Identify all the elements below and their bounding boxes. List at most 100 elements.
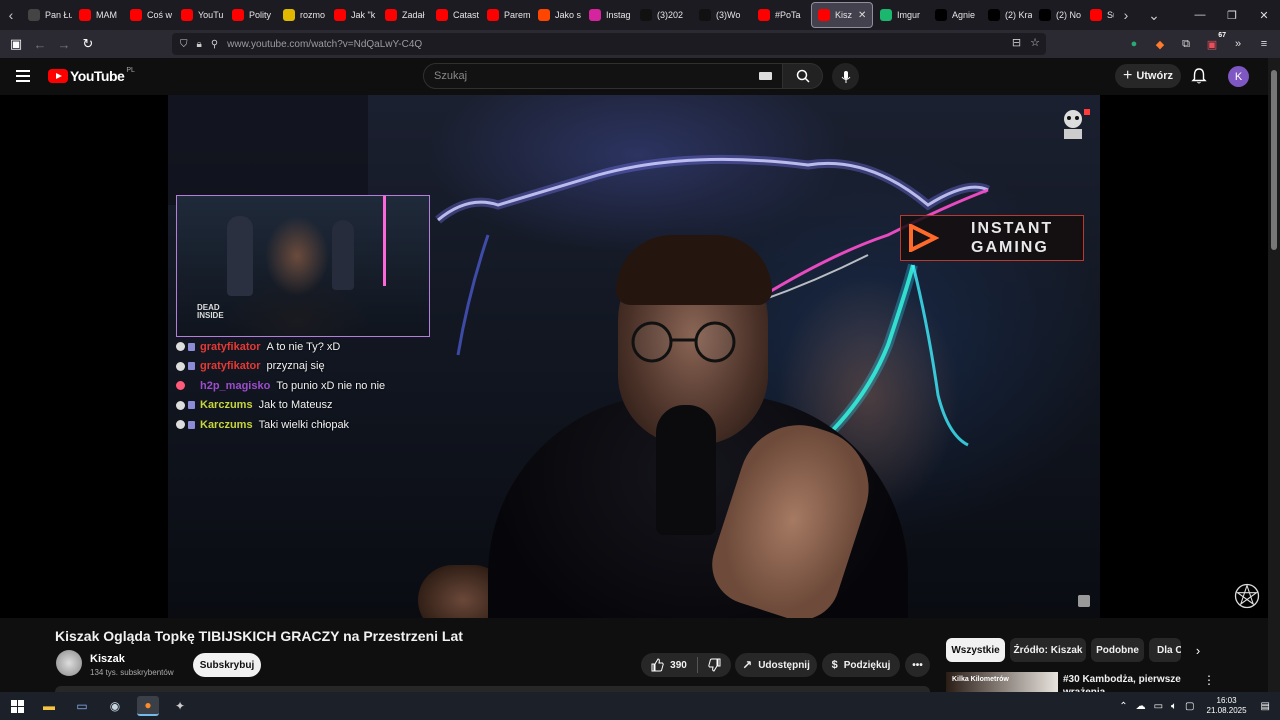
minimize-icon[interactable]: — — [1184, 0, 1216, 30]
page-scrollbar[interactable] — [1268, 58, 1280, 692]
chat-username: Karczums — [200, 399, 253, 412]
tab-label: YouTu — [198, 10, 224, 20]
like-icon[interactable] — [650, 658, 664, 672]
browser-tab[interactable]: Jak "k — [328, 2, 378, 28]
volume-icon[interactable]: 🔈︎ — [1171, 701, 1177, 712]
clock[interactable]: 16:03 21.08.2025 — [1207, 696, 1247, 716]
tray-expand-icon[interactable]: ⌃ — [1119, 701, 1127, 712]
tab-favicon-icon — [1039, 9, 1051, 21]
browser-tab[interactable]: YouTu — [175, 2, 225, 28]
browser-tab[interactable]: Parem — [481, 2, 531, 28]
chip-related[interactable]: Podobne — [1091, 638, 1144, 662]
share-button[interactable]: ↗ Udostępnij — [735, 653, 817, 677]
browser-tab[interactable]: Jako s — [532, 2, 582, 28]
url-text[interactable]: www.youtube.com/watch?v=NdQaLwY-C4Q — [227, 39, 422, 50]
scrollbar-thumb[interactable] — [1271, 70, 1277, 250]
computer-icon[interactable]: ▭ — [71, 696, 93, 716]
channel-watermark-icon[interactable] — [1234, 583, 1260, 609]
subscribe-button[interactable]: Subskrybuj — [193, 653, 261, 677]
browser-tab[interactable]: (3)Wo — [693, 2, 751, 28]
app-icon[interactable]: ✦ — [169, 696, 191, 716]
browser-tab[interactable]: (2) Kra — [982, 2, 1032, 28]
permissions-icon[interactable]: ⚲ — [211, 39, 218, 50]
thanks-button[interactable]: $ Podziękuj — [822, 653, 900, 677]
tabs-scroll-right-icon[interactable]: › — [1115, 0, 1137, 30]
address-bar[interactable]: ⛉ 🔒︎ ⚲ www.youtube.com/watch?v=NdQaLwY-C… — [172, 33, 1046, 55]
browser-tab[interactable]: #PoTa — [752, 2, 810, 28]
create-button[interactable]: + Utwórz — [1115, 64, 1181, 88]
search-input[interactable] — [434, 70, 734, 82]
search-button[interactable] — [783, 63, 823, 89]
youtube-play-icon — [48, 69, 68, 83]
more-tools-icon[interactable]: » — [1230, 36, 1246, 52]
firefox-icon[interactable]: ● — [137, 696, 159, 716]
back-icon[interactable]: ← — [28, 32, 52, 56]
window-controls: — ❐ ✕ — [1184, 0, 1280, 30]
voice-search-button[interactable] — [832, 63, 859, 90]
video-title: Kiszak Ogląda Topkę TIBIJSKICH GRACZY na… — [55, 628, 463, 644]
browser-tab[interactable]: Catast — [430, 2, 480, 28]
chat-username: gratyfikator — [200, 360, 261, 373]
thanks-icon: $ — [831, 659, 838, 671]
file-explorer-icon[interactable]: ▬ — [38, 696, 60, 716]
cloud-icon[interactable]: ☁ — [1136, 701, 1146, 712]
keyboard-icon[interactable] — [759, 72, 772, 80]
browser-tab[interactable]: MAM — [73, 2, 123, 28]
bookmark-star-icon[interactable]: ☆ — [1030, 36, 1040, 49]
recommended-thumbnail[interactable]: Kilka Kilometrów — [946, 672, 1058, 692]
reader-view-icon[interactable]: ⊟ — [1012, 36, 1021, 49]
sidebar-toggle-icon[interactable]: ▣ — [4, 32, 28, 56]
video-player[interactable]: DEAD INSIDE gratyfikator A to nie Ty? xD g… — [0, 95, 1268, 618]
account-avatar[interactable]: K — [1228, 66, 1249, 87]
tab-list-dropdown-icon[interactable]: ⌄ — [1143, 0, 1165, 30]
browser-tab[interactable]: Instag — [583, 2, 633, 28]
browser-tab[interactable]: Zadał — [379, 2, 429, 28]
browser-tab[interactable]: Agnie — [929, 2, 981, 28]
channel-avatar[interactable] — [56, 650, 82, 676]
recommended-more-icon[interactable]: ⋮ — [1203, 673, 1215, 687]
app-menu-icon[interactable]: ≡ — [1256, 36, 1272, 52]
notifications-badge-icon[interactable]: ▣ 67 — [1204, 32, 1226, 52]
browser-tab[interactable]: Coś w — [124, 2, 174, 28]
browser-tab-strip: ‹ Pan Łu MAM Coś w YouTu Polity rozmo Jak "k Za… — [0, 0, 1280, 30]
browser-tab[interactable]: rozmo — [277, 2, 327, 28]
tab-label: Jak "k — [351, 10, 376, 20]
extensions-puzzle-icon[interactable]: ⧉ — [1178, 36, 1194, 52]
chat-text: To punio xD nie no nie — [276, 379, 386, 392]
browser-tab[interactable]: Kisz ✕ — [811, 2, 873, 28]
chip-all[interactable]: Wszystkie — [946, 638, 1005, 662]
extension-green-icon[interactable]: ● — [1126, 36, 1142, 52]
restore-icon[interactable]: ❐ — [1216, 0, 1248, 30]
more-actions-button[interactable]: ••• — [905, 653, 930, 677]
steam-icon[interactable]: ◉ — [104, 696, 126, 716]
chip-for-you[interactable]: Dla Ciebie — [1149, 638, 1181, 662]
browser-tab[interactable]: (2) No — [1033, 2, 1083, 28]
reload-icon[interactable]: ↻ — [76, 32, 100, 56]
tab-favicon-icon — [538, 9, 550, 21]
display-icon[interactable]: ▢ — [1185, 701, 1194, 712]
windows-start-icon[interactable] — [6, 696, 28, 716]
shield-icon[interactable]: ⛉ — [180, 39, 188, 50]
like-count[interactable]: 390 — [670, 660, 687, 671]
lock-icon[interactable]: 🔒︎ — [197, 39, 202, 50]
forward-icon[interactable]: → — [52, 32, 76, 56]
browser-tab[interactable]: Sub — [1084, 2, 1114, 28]
extension-orange-icon[interactable]: ◆ — [1152, 36, 1168, 52]
notifications-bell-icon[interactable] — [1190, 67, 1208, 85]
browser-tab[interactable]: Pan Łu — [22, 2, 72, 28]
notification-center-icon[interactable]: ▤ — [1261, 701, 1270, 712]
chips-next-icon[interactable]: › — [1190, 640, 1206, 660]
tabs-scroll-left-icon[interactable]: ‹ — [0, 0, 22, 30]
dislike-icon[interactable] — [708, 658, 722, 672]
guide-menu-icon[interactable] — [16, 66, 34, 86]
youtube-logo[interactable]: YouTube PL — [48, 67, 135, 84]
chip-source[interactable]: Źródło: Kiszak — [1010, 638, 1086, 662]
close-tab-icon[interactable]: ✕ — [858, 10, 866, 21]
channel-name[interactable]: Kiszak — [90, 653, 125, 665]
close-window-icon[interactable]: ✕ — [1248, 0, 1280, 30]
browser-tab[interactable]: (3)202 — [634, 2, 692, 28]
browser-tab[interactable]: Polity — [226, 2, 276, 28]
browser-tab[interactable]: Imgur — [874, 2, 928, 28]
search-box[interactable] — [423, 63, 783, 89]
network-icon[interactable]: ▭ — [1154, 701, 1163, 712]
